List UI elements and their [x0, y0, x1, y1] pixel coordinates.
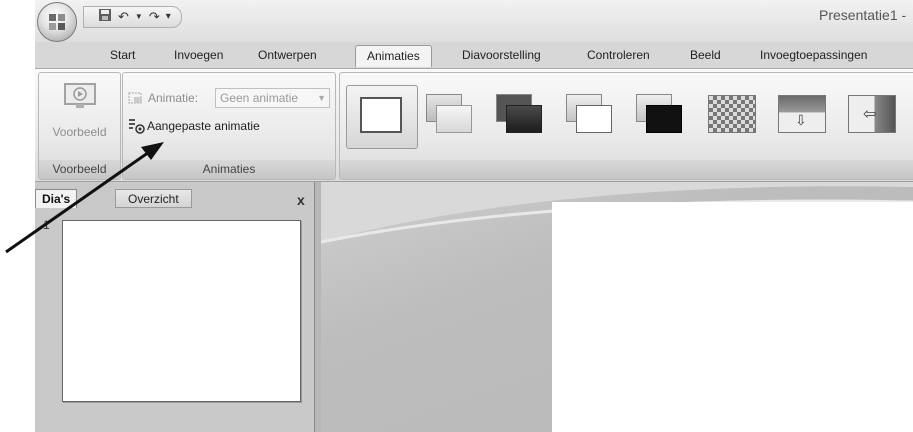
- tab-start[interactable]: Start: [110, 48, 135, 62]
- cut-black-front-icon: [646, 105, 682, 133]
- window-title: Presentatie1 -: [819, 7, 907, 23]
- dissolve-icon: [708, 95, 756, 133]
- transition-fade-through-black[interactable]: [490, 89, 554, 144]
- undo-icon[interactable]: ↶: [118, 9, 129, 25]
- transition-wipe-down[interactable]: ⇩: [770, 89, 834, 144]
- tab-dias[interactable]: Dia's: [35, 189, 78, 208]
- group-label-animaties: Animaties: [123, 160, 335, 179]
- group-animaties: Animatie: Geen animatie ▼ Aangepaste ani…: [122, 72, 336, 180]
- group-label-voorbeeld: Voorbeeld: [39, 160, 120, 179]
- tab-ontwerpen[interactable]: Ontwerpen: [258, 48, 317, 62]
- quick-access-toolbar: ↶ ▼ ↷ ▾: [83, 6, 182, 28]
- preview-icon: [64, 83, 96, 108]
- tab-controleren[interactable]: Controleren: [587, 48, 650, 62]
- slide-number: 1: [43, 218, 50, 232]
- fade-smoothly-front-icon: [436, 105, 472, 133]
- transition-none[interactable]: [346, 85, 418, 149]
- group-label-transitions: [340, 160, 913, 179]
- wipe-left-icon: ⇦: [848, 95, 896, 133]
- transition-none-icon: [360, 97, 402, 133]
- tab-diavoorstelling[interactable]: Diavoorstelling: [462, 48, 541, 62]
- fade-black-front-icon: [506, 105, 542, 133]
- preview-button[interactable]: Voorbeeld: [39, 73, 120, 158]
- office-button[interactable]: [37, 2, 77, 42]
- group-transitions: ⇩ ⇦: [339, 72, 913, 180]
- tab-beeld[interactable]: Beeld: [690, 48, 721, 62]
- custom-animation-label: Aangepaste animatie: [147, 119, 260, 133]
- slide-thumbnail[interactable]: [62, 220, 301, 402]
- transition-dissolve[interactable]: [700, 89, 764, 144]
- transition-fade-smoothly[interactable]: [420, 89, 484, 144]
- customize-qat-icon[interactable]: ▾: [166, 9, 171, 25]
- tab-invoegtoepassingen[interactable]: Invoegtoepassingen: [760, 48, 867, 62]
- office-logo-icon: [49, 14, 65, 30]
- slides-pane-tabs: Dia's Overzicht x: [35, 186, 315, 208]
- slides-pane: Dia's Overzicht x 1: [35, 182, 315, 432]
- tab-animaties[interactable]: Animaties: [355, 45, 432, 67]
- animation-label: Animatie:: [148, 91, 199, 105]
- custom-animation-icon: [129, 119, 145, 134]
- wipe-down-icon: ⇩: [778, 95, 826, 133]
- cut-front-icon: [576, 105, 612, 133]
- title-bar: ↶ ▼ ↷ ▾ Presentatie1 -: [35, 0, 913, 42]
- transition-cut[interactable]: [560, 89, 624, 144]
- tab-invoegen[interactable]: Invoegen: [174, 48, 223, 62]
- custom-animation-button[interactable]: Aangepaste animatie: [125, 115, 285, 137]
- slide-canvas[interactable]: [552, 202, 913, 432]
- redo-icon[interactable]: ↷: [149, 9, 160, 25]
- chevron-down-icon: ▼: [317, 93, 326, 103]
- transition-cut-through-black[interactable]: [630, 89, 694, 144]
- ribbon-tabs: Start Invoegen Ontwerpen Animaties Diavo…: [35, 42, 913, 68]
- powerpoint-window: ↶ ▼ ↷ ▾ Presentatie1 - Start Invoegen On…: [35, 0, 913, 432]
- animation-combo[interactable]: Geen animatie ▼: [215, 88, 330, 108]
- animation-combo-value: Geen animatie: [220, 91, 299, 105]
- tab-overzicht[interactable]: Overzicht: [115, 189, 192, 208]
- close-icon[interactable]: x: [297, 192, 305, 208]
- undo-dropdown-icon[interactable]: ▼: [135, 9, 143, 25]
- transition-wipe-left[interactable]: ⇦: [840, 89, 904, 144]
- group-voorbeeld: Voorbeeld Voorbeeld: [38, 72, 121, 180]
- slide-editing-area: [321, 182, 913, 432]
- animation-icon: [128, 92, 142, 104]
- save-icon[interactable]: [98, 8, 112, 26]
- preview-button-label: Voorbeeld: [52, 125, 107, 139]
- ribbon: Voorbeeld Voorbeeld Animatie: Geen anima…: [35, 68, 913, 182]
